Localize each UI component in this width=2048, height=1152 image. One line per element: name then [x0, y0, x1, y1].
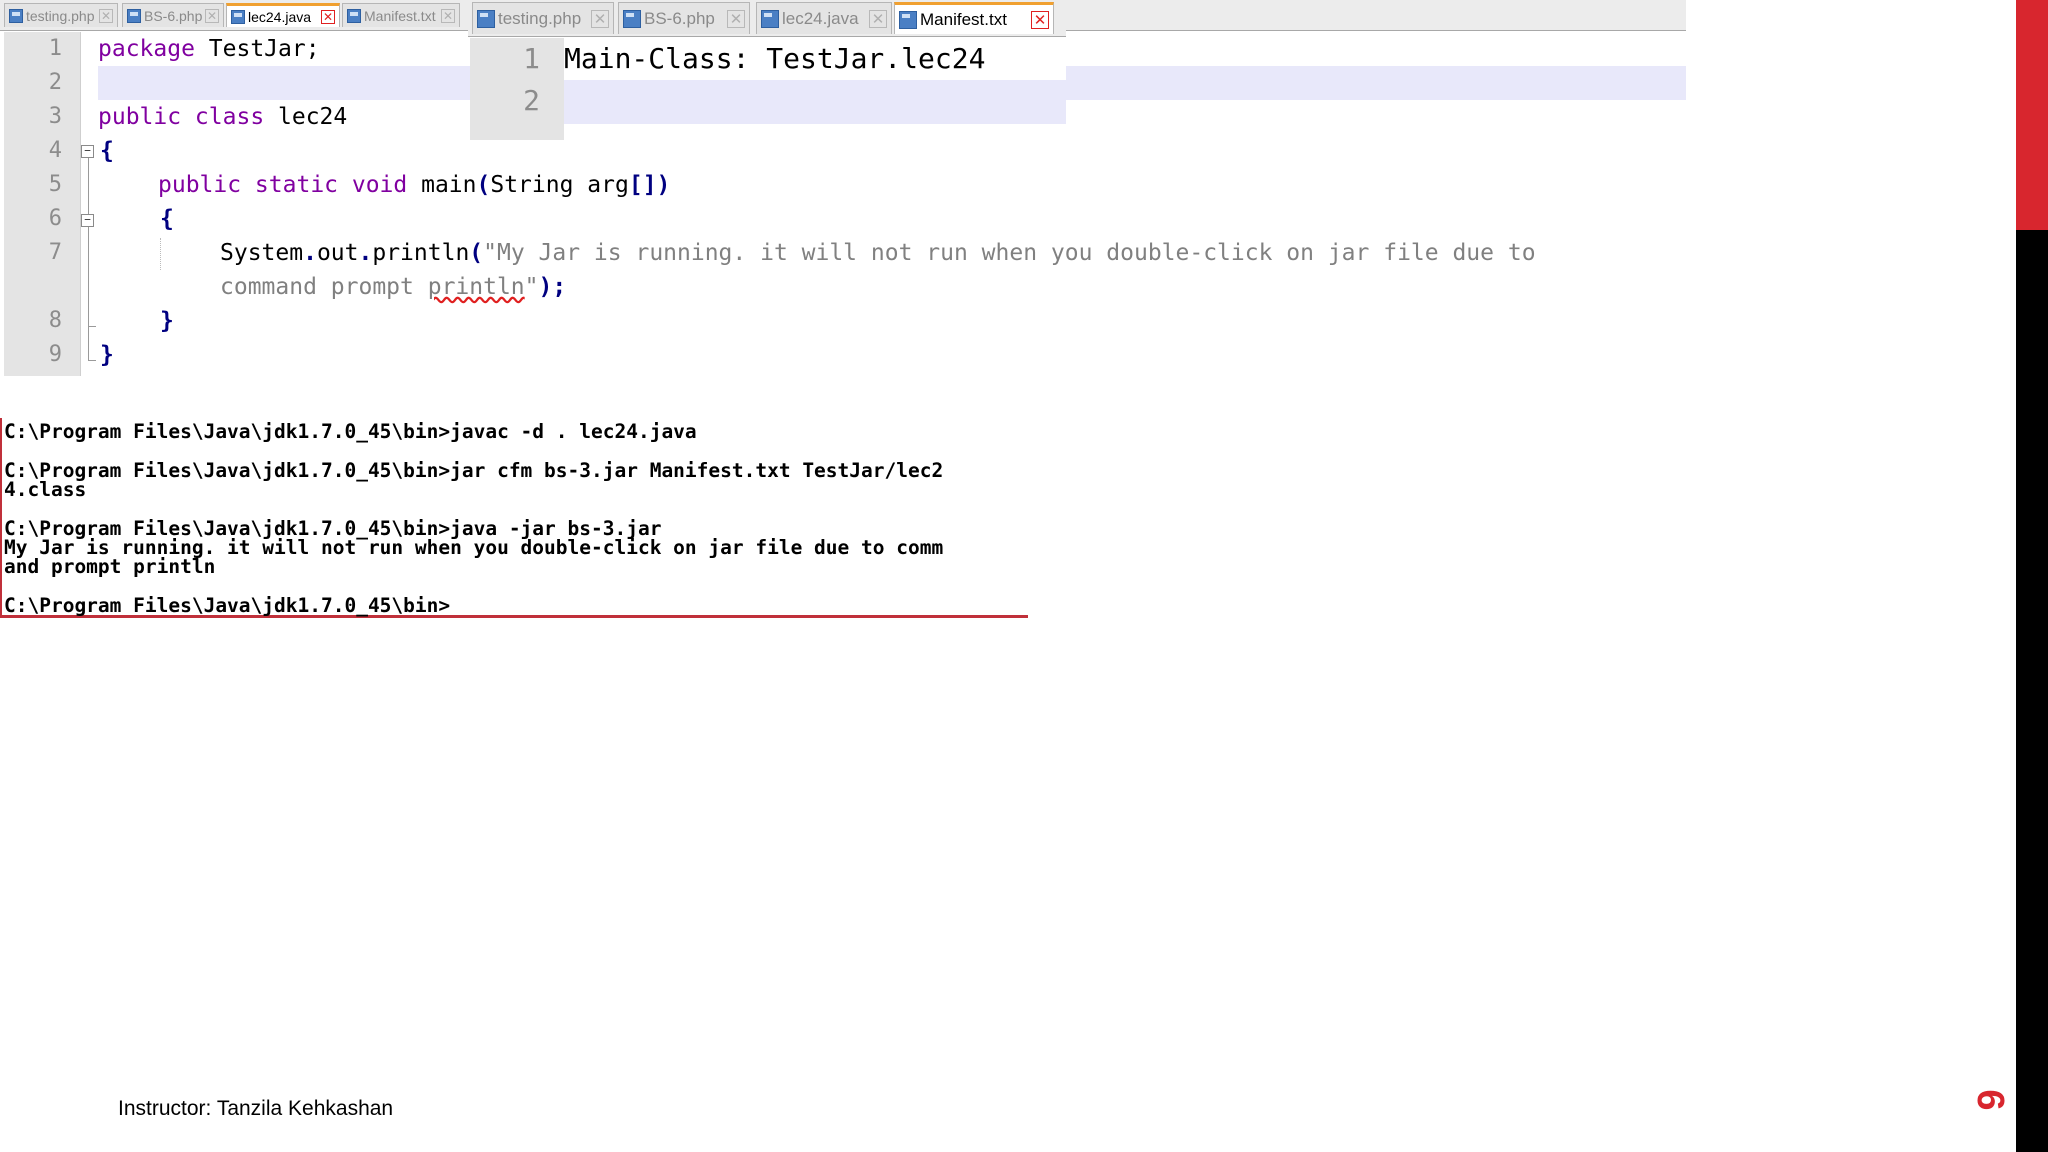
fold-end-marker — [88, 326, 96, 327]
close-icon[interactable]: ✕ — [591, 9, 609, 28]
tab-label: BS-6.php — [644, 8, 715, 28]
save-file-icon — [347, 8, 361, 23]
tab-label: BS-6.php — [144, 7, 203, 24]
close-icon[interactable]: ✕ — [869, 9, 887, 28]
tab-manifest-txt[interactable]: Manifest.txt ✕ — [894, 2, 1054, 34]
dot: . — [358, 240, 373, 266]
line-number: 1 — [48, 36, 62, 61]
fold-collapse-icon[interactable]: − — [81, 214, 94, 227]
save-file-icon — [899, 10, 917, 29]
save-file-icon — [127, 8, 141, 23]
spellcheck-word: println — [427, 274, 525, 300]
code-text: main — [407, 172, 477, 198]
tab-bar: testing.php ✕ BS-6.php ✕ lec24.java ✕ Ma… — [468, 0, 1066, 37]
tab-label: lec24.java — [248, 8, 312, 25]
line-number: 1 — [523, 42, 540, 75]
current-line-highlight — [564, 80, 1066, 124]
tab-label: testing.php — [498, 8, 582, 28]
tab-bs-6-php[interactable]: BS-6.php ✕ — [618, 2, 750, 34]
code-line-1[interactable]: package TestJar; — [98, 32, 320, 66]
line-number: 8 — [48, 308, 62, 333]
close-icon[interactable]: ✕ — [1031, 10, 1049, 29]
close-icon[interactable]: ✕ — [205, 8, 219, 23]
code-text: lec24 — [264, 104, 348, 130]
tab-lec24-java[interactable]: lec24.java ✕ — [756, 2, 892, 34]
string-literal: command prompt — [220, 274, 428, 300]
close-icon[interactable]: ✕ — [99, 8, 113, 23]
line-number: 9 — [48, 342, 62, 367]
line-number-gutter: 1 2 3 4 5 6 7 8 9 — [4, 32, 81, 376]
close-icon[interactable]: ✕ — [727, 9, 745, 28]
editor-manifest-txt: testing.php ✕ BS-6.php ✕ lec24.java ✕ Ma… — [468, 0, 1066, 140]
save-file-icon — [477, 9, 495, 28]
line-number: 4 — [48, 138, 62, 163]
dot: . — [303, 240, 317, 266]
bracket: []) — [628, 172, 671, 198]
fold-end-marker — [88, 360, 96, 361]
code-line-8[interactable]: } — [160, 304, 174, 338]
fold-collapse-icon[interactable]: − — [81, 145, 94, 158]
string-literal: "My Jar is running. it will not run when… — [483, 240, 1536, 266]
code-line-5[interactable]: public static void main(String arg[]) — [158, 168, 670, 202]
slide-accent-bar — [2016, 0, 2048, 230]
slide-side-bar — [2016, 230, 2048, 1152]
console-line: 4.class — [4, 478, 87, 501]
line-number: 7 — [48, 240, 62, 265]
keyword: package — [98, 36, 195, 62]
console-line: and prompt println — [4, 555, 216, 578]
tab-testing-php[interactable]: testing.php ✕ — [472, 2, 614, 34]
code-line-9[interactable]: } — [100, 338, 114, 372]
instructor-credit: Instructor: Tanzila Kehkashan — [118, 1097, 394, 1120]
tab-testing-php[interactable]: testing.php ✕ — [4, 3, 118, 27]
console-line: C:\Program Files\Java\jdk1.7.0_45\bin>ja… — [4, 459, 944, 482]
string-literal: " — [524, 274, 539, 300]
keyword: public class — [98, 104, 265, 130]
tab-manifest-txt[interactable]: Manifest.txt ✕ — [342, 3, 460, 27]
paren: ( — [476, 172, 491, 198]
keyword: public static void — [158, 172, 408, 198]
code-text: println — [372, 240, 470, 266]
tab-label: testing.php — [26, 7, 95, 24]
line-number: 2 — [48, 70, 62, 95]
code-line-3[interactable]: public class lec24 — [98, 100, 347, 134]
fold-guide-line — [88, 158, 89, 360]
manifest-line-1[interactable]: Main-Class: TestJar.lec24 — [564, 38, 985, 80]
paren: ); — [538, 274, 567, 300]
line-number: 5 — [48, 172, 62, 197]
close-icon[interactable]: ✕ — [321, 9, 335, 24]
line-number-gutter: 1 2 — [470, 38, 564, 140]
code-line-7-wrap[interactable]: command prompt println"); — [220, 270, 566, 304]
paren: ( — [469, 240, 484, 266]
save-file-icon — [9, 8, 23, 23]
tab-label: Manifest.txt — [920, 9, 1007, 29]
code-text: TestJar; — [194, 36, 320, 62]
tab-label: lec24.java — [782, 8, 859, 28]
code-text: out — [316, 240, 359, 266]
tab-label: Manifest.txt — [364, 7, 436, 24]
code-line-6[interactable]: { — [160, 202, 174, 236]
line-number: 2 — [523, 84, 540, 117]
save-file-icon — [761, 9, 779, 28]
code-line-7[interactable]: System.out.println("My Jar is running. i… — [220, 236, 1536, 270]
tab-bs-6-php[interactable]: BS-6.php ✕ — [122, 3, 224, 27]
tab-lec24-java[interactable]: lec24.java ✕ — [226, 3, 340, 27]
code-text: String arg — [490, 172, 629, 198]
console-prompt: C:\Program Files\Java\jdk1.7.0_45\bin> — [4, 594, 451, 617]
command-prompt-output: C:\Program Files\Java\jdk1.7.0_45\bin>ja… — [0, 418, 1028, 618]
indent-guide — [160, 238, 162, 270]
console-line: C:\Program Files\Java\jdk1.7.0_45\bin>ja… — [4, 420, 697, 443]
close-icon[interactable]: ✕ — [441, 8, 455, 23]
line-number: 3 — [48, 104, 62, 129]
line-number: 6 — [48, 206, 62, 231]
code-text: System — [220, 240, 304, 266]
save-file-icon — [623, 9, 641, 28]
save-file-icon — [231, 9, 245, 24]
slide-number: 6 — [1969, 1089, 2011, 1111]
code-line-4[interactable]: { — [100, 134, 114, 168]
